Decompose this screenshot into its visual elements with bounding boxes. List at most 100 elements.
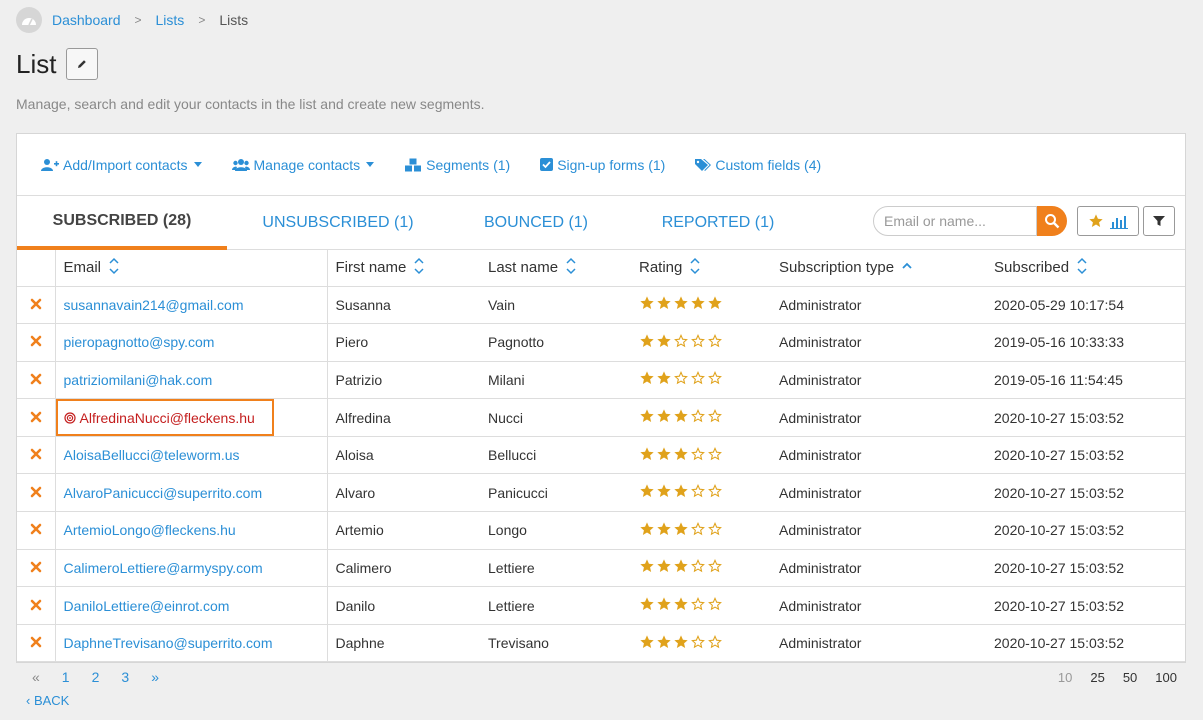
star-filled-icon[interactable]: [639, 521, 655, 540]
custom-fields-button[interactable]: Custom fields (4): [695, 157, 821, 173]
breadcrumb-dashboard[interactable]: Dashboard: [52, 12, 121, 28]
manage-contacts-button[interactable]: Manage contacts: [231, 157, 375, 173]
star-filled-icon[interactable]: [673, 596, 689, 615]
star-empty-icon[interactable]: [690, 370, 706, 389]
header-first-name[interactable]: First name: [327, 250, 480, 287]
star-filled-icon[interactable]: [639, 596, 655, 615]
table-row[interactable]: DaniloLettiere@einrot.com Danilo Lettier…: [17, 586, 1185, 625]
star-filled-icon[interactable]: [673, 483, 689, 502]
star-empty-icon[interactable]: [690, 446, 706, 465]
email-link[interactable]: CalimeroLettiere@armyspy.com: [64, 560, 263, 576]
star-filled-icon[interactable]: [656, 521, 672, 540]
delete-x-icon[interactable]: [30, 335, 42, 347]
star-filled-icon[interactable]: [656, 295, 672, 314]
sort-icon[interactable]: [566, 257, 576, 279]
filter-button[interactable]: [1143, 206, 1175, 236]
breadcrumb-lists[interactable]: Lists: [156, 12, 185, 28]
star-filled-icon[interactable]: [673, 634, 689, 653]
table-row[interactable]: AlvaroPanicucci@superrito.com Alvaro Pan…: [17, 473, 1185, 513]
signup-forms-button[interactable]: Sign-up forms (1): [540, 157, 665, 173]
search-button[interactable]: [1037, 206, 1067, 236]
star-filled-icon[interactable]: [639, 634, 655, 653]
header-subscribed[interactable]: Subscribed: [986, 250, 1185, 287]
email-link[interactable]: AlfredinaNucci@fleckens.hu: [80, 410, 255, 426]
star-empty-icon[interactable]: [690, 634, 706, 653]
delete-x-icon[interactable]: [30, 523, 42, 535]
email-link[interactable]: AlvaroPanicucci@superrito.com: [64, 485, 263, 501]
star-filled-icon[interactable]: [656, 596, 672, 615]
star-empty-icon[interactable]: [690, 521, 706, 540]
star-empty-icon[interactable]: [690, 483, 706, 502]
email-link[interactable]: ArtemioLongo@fleckens.hu: [64, 522, 236, 538]
header-email[interactable]: Email: [55, 250, 328, 287]
star-empty-icon[interactable]: [707, 483, 723, 502]
sort-icon[interactable]: [109, 257, 119, 279]
star-empty-icon[interactable]: [707, 333, 723, 352]
tab-reported[interactable]: REPORTED (1): [623, 196, 813, 250]
per-page-25[interactable]: 25: [1090, 670, 1104, 685]
star-filled-icon[interactable]: [673, 558, 689, 577]
star-empty-icon[interactable]: [673, 370, 689, 389]
star-empty-icon[interactable]: [707, 558, 723, 577]
email-link[interactable]: AloisaBellucci@teleworm.us: [64, 447, 240, 463]
star-filled-icon[interactable]: [673, 295, 689, 314]
sort-icon[interactable]: [1077, 257, 1087, 279]
table-row[interactable]: ArtemioLongo@fleckens.hu Artemio Longo A…: [17, 511, 1185, 550]
tab-bounced[interactable]: BOUNCED (1): [449, 196, 623, 250]
star-filled-icon[interactable]: [656, 408, 672, 427]
dashboard-gauge-icon[interactable]: [16, 7, 42, 33]
tab-unsubscribed[interactable]: UNSUBSCRIBED (1): [227, 196, 449, 250]
sort-icon[interactable]: [414, 257, 424, 279]
delete-x-icon[interactable]: [30, 599, 42, 611]
star-empty-icon[interactable]: [673, 333, 689, 352]
sort-asc-icon[interactable]: [902, 257, 912, 279]
rating-filter-button[interactable]: [1077, 206, 1139, 236]
star-filled-icon[interactable]: [639, 370, 655, 389]
pagination-page-2[interactable]: 2: [92, 669, 100, 685]
star-empty-icon[interactable]: [707, 446, 723, 465]
table-row[interactable]: AloisaBellucci@teleworm.us Aloisa Belluc…: [17, 436, 1185, 475]
tab-subscribed[interactable]: SUBSCRIBED (28): [17, 196, 227, 250]
email-link[interactable]: pieropagnotto@spy.com: [64, 334, 215, 350]
search-input[interactable]: [873, 206, 1037, 236]
delete-x-icon[interactable]: [30, 561, 42, 573]
star-empty-icon[interactable]: [690, 408, 706, 427]
per-page-10[interactable]: 10: [1058, 670, 1072, 685]
star-empty-icon[interactable]: [707, 596, 723, 615]
back-link[interactable]: ‹ BACK: [26, 693, 69, 708]
header-subscription-type[interactable]: Subscription type: [771, 250, 986, 287]
star-filled-icon[interactable]: [656, 370, 672, 389]
edit-title-button[interactable]: [66, 48, 99, 80]
pagination-prev[interactable]: «: [32, 669, 40, 685]
star-filled-icon[interactable]: [639, 333, 655, 352]
email-link[interactable]: susannavain214@gmail.com: [64, 297, 244, 313]
table-row[interactable]: CalimeroLettiere@armyspy.com Calimero Le…: [17, 549, 1185, 588]
star-empty-icon[interactable]: [690, 558, 706, 577]
segments-button[interactable]: Segments (1): [404, 157, 510, 173]
star-empty-icon[interactable]: [690, 333, 706, 352]
star-filled-icon[interactable]: [656, 483, 672, 502]
email-link[interactable]: DaphneTrevisano@superrito.com: [64, 635, 273, 651]
star-empty-icon[interactable]: [707, 408, 723, 427]
table-row[interactable]: AlfredinaNucci@fleckens.hu Alfredina Nuc…: [17, 398, 1185, 437]
star-empty-icon[interactable]: [707, 521, 723, 540]
email-link[interactable]: DaniloLettiere@einrot.com: [64, 598, 230, 614]
star-filled-icon[interactable]: [639, 408, 655, 427]
star-empty-icon[interactable]: [707, 634, 723, 653]
star-filled-icon[interactable]: [656, 333, 672, 352]
per-page-100[interactable]: 100: [1155, 670, 1177, 685]
star-filled-icon[interactable]: [656, 558, 672, 577]
header-rating[interactable]: Rating: [631, 250, 771, 287]
delete-x-icon[interactable]: [30, 373, 42, 385]
star-filled-icon[interactable]: [673, 446, 689, 465]
star-filled-icon[interactable]: [707, 295, 723, 314]
email-link[interactable]: patriziomilani@hak.com: [64, 372, 213, 388]
table-row[interactable]: susannavain214@gmail.com Susanna Vain Ad…: [17, 286, 1185, 325]
star-filled-icon[interactable]: [639, 483, 655, 502]
star-filled-icon[interactable]: [639, 558, 655, 577]
delete-x-icon[interactable]: [30, 636, 42, 648]
delete-x-icon[interactable]: [30, 298, 42, 310]
pagination-page-3[interactable]: 3: [121, 669, 129, 685]
star-filled-icon[interactable]: [690, 295, 706, 314]
star-empty-icon[interactable]: [707, 370, 723, 389]
